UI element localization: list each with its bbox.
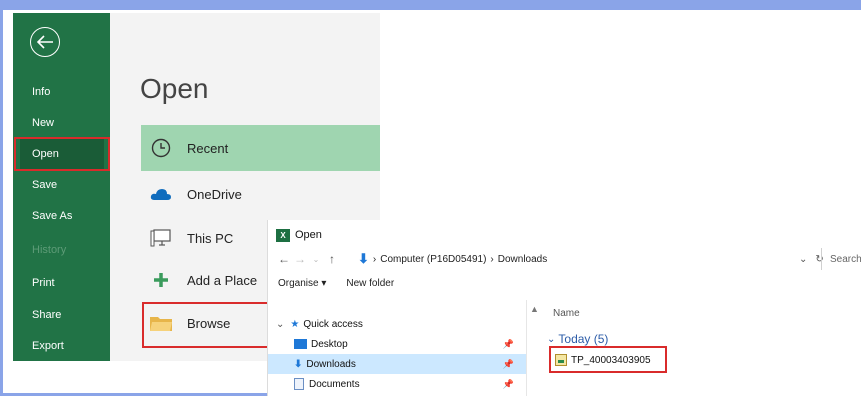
up-arrow-icon[interactable]: ↑	[324, 252, 340, 266]
file-row[interactable]: TP_40003403905	[555, 351, 651, 369]
back-arrow-icon[interactable]: ←	[276, 252, 292, 266]
open-dialog: X Open ← → ⌄ ↑ ⬇ › Computer (P16D05491) …	[267, 220, 861, 396]
new-folder-button[interactable]: New folder	[346, 278, 394, 294]
pin-icon[interactable]: 📌	[503, 339, 514, 350]
tree-documents[interactable]: Documents 📌	[268, 374, 526, 394]
pin-icon[interactable]: 📌	[503, 359, 514, 370]
tree-label: Documents	[309, 378, 360, 390]
nav-share[interactable]: Share	[20, 300, 110, 330]
desktop-icon	[294, 339, 307, 349]
breadcrumb-computer[interactable]: Computer (P16D05491)	[380, 254, 486, 265]
recent-dropdown-icon[interactable]: ⌄	[308, 255, 324, 264]
download-icon: ⬇	[294, 358, 303, 370]
dialog-toolbar: Organise ▾ New folder	[278, 278, 394, 294]
back-button[interactable]	[30, 27, 60, 57]
chevron-down-icon[interactable]: ⌄	[547, 334, 555, 345]
nav-export[interactable]: Export	[20, 331, 110, 361]
location-label: Recent	[187, 140, 229, 156]
location-label: OneDrive	[187, 186, 242, 202]
plus-icon	[149, 269, 173, 291]
tree-label: Desktop	[311, 338, 348, 350]
group-label-text: Today (5)	[558, 332, 609, 346]
address-bar[interactable]: ⬇ › Computer (P16D05491) › Downloads	[356, 248, 816, 270]
nav-info[interactable]: Info	[20, 77, 110, 107]
tree-desktop[interactable]: Desktop 📌	[268, 334, 526, 354]
location-recent[interactable]: Recent	[141, 125, 380, 171]
star-icon: ★	[290, 318, 300, 330]
dialog-title: Open	[295, 229, 322, 241]
pane-divider	[526, 300, 527, 396]
tree-quick-access[interactable]: ⌄ ★ Quick access	[276, 314, 526, 334]
dialog-titlebar: X Open	[276, 225, 322, 245]
search-placeholder: Search D	[830, 253, 861, 265]
backstage-sidebar: Info New Open Save Save As History Print…	[13, 13, 110, 361]
nav-save-as[interactable]: Save As	[20, 201, 110, 231]
nav-print[interactable]: Print	[20, 268, 110, 298]
computer-icon	[149, 227, 173, 249]
breadcrumb-separator: ›	[372, 253, 377, 265]
clock-icon	[149, 137, 173, 159]
chevron-down-icon[interactable]: ⌄	[276, 319, 284, 330]
back-arrow-icon	[36, 35, 53, 49]
column-header-name[interactable]: Name	[553, 308, 580, 319]
location-label: Add a Place	[187, 272, 258, 288]
folder-icon	[149, 312, 173, 334]
tree-label: Downloads	[306, 358, 356, 370]
location-label: This PC	[187, 230, 234, 246]
search-input[interactable]: Search D	[821, 248, 861, 270]
nav-save[interactable]: Save	[20, 170, 110, 200]
tree-label: Quick access	[303, 318, 363, 330]
group-today[interactable]: ⌄ Today (5)	[547, 332, 608, 346]
nav-new[interactable]: New	[20, 108, 110, 138]
location-label: Browse	[187, 315, 231, 331]
file-name: TP_40003403905	[571, 354, 651, 366]
document-icon	[294, 378, 304, 390]
address-dropdown-icon[interactable]: ⌄	[799, 254, 807, 265]
scroll-up-icon[interactable]: ▲	[530, 304, 539, 314]
excel-icon: X	[276, 228, 290, 242]
location-onedrive[interactable]: OneDrive	[141, 171, 380, 217]
excel-file-icon	[555, 354, 567, 366]
page-title: Open	[140, 73, 209, 104]
nav-history: History	[32, 244, 67, 256]
tree-downloads[interactable]: ⬇ Downloads 📌	[268, 354, 526, 374]
organise-button[interactable]: Organise ▾	[278, 278, 326, 294]
address-row: ← → ⌄ ↑ ⬇ › Computer (P16D05491) › Downl…	[276, 248, 861, 270]
breadcrumb-downloads[interactable]: Downloads	[498, 254, 547, 265]
nav-open[interactable]: Open	[20, 139, 104, 169]
forward-arrow-icon[interactable]: →	[292, 252, 308, 266]
breadcrumb-separator: ›	[490, 253, 494, 265]
pin-icon[interactable]: 📌	[503, 379, 514, 390]
cloud-icon	[149, 183, 173, 205]
download-icon: ⬇	[358, 251, 369, 266]
